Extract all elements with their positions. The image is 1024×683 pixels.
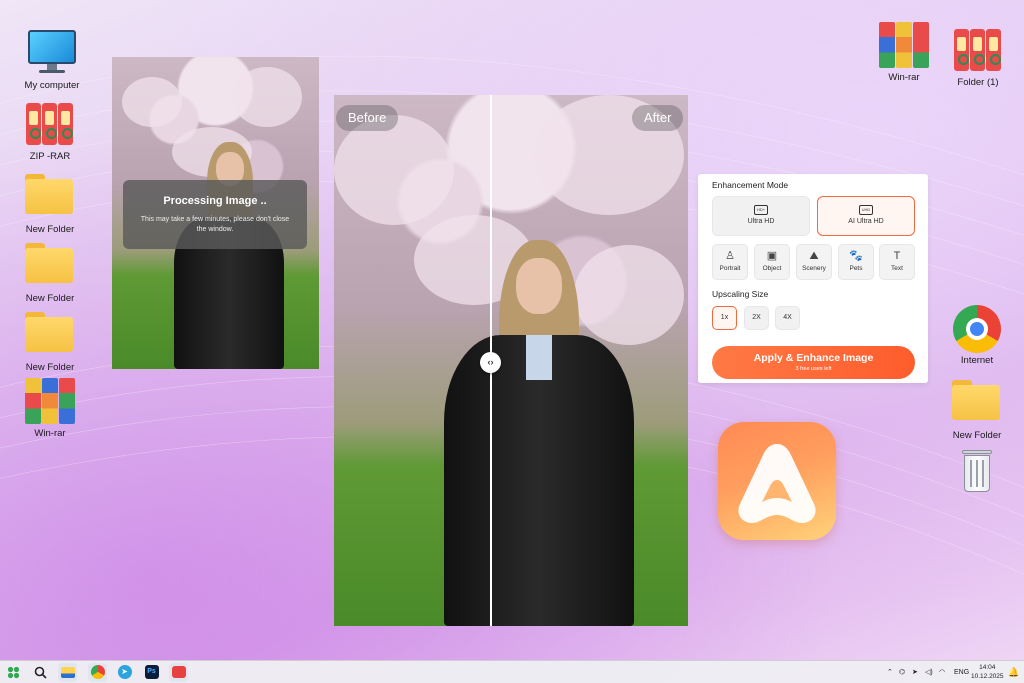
- tray-network-icon[interactable]: ⌬: [899, 661, 905, 683]
- enhancer-app-icon: [171, 666, 186, 678]
- taskbar-telegram[interactable]: ➤: [115, 663, 134, 682]
- category-label: Portrait: [719, 265, 741, 272]
- processing-title: Processing Image ..: [163, 195, 267, 207]
- notification-bell-icon[interactable]: 🔔: [1008, 661, 1019, 683]
- binders-icon: [953, 27, 1003, 73]
- size-4x-button[interactable]: 4X: [775, 306, 800, 330]
- clock-date: 10.12.2025: [971, 673, 1004, 680]
- category-object-button[interactable]: ▣ Object: [754, 244, 790, 280]
- photoshop-icon: Ps: [144, 665, 159, 679]
- desktop-icon-recycle-bin[interactable]: [942, 446, 1012, 496]
- upscaling-size-heading: Upscaling Size: [712, 289, 769, 299]
- monitor-icon: [27, 30, 77, 76]
- desktop-icon-winrar-right[interactable]: Win-rar: [869, 22, 939, 83]
- compare-slider-handle[interactable]: ‹›: [480, 352, 501, 373]
- processing-subtitle: This may take a few minutes, please don'…: [140, 216, 290, 233]
- windows-icon: [7, 666, 20, 679]
- taskbar-chrome[interactable]: [88, 663, 107, 682]
- desktop-icon-label: New Folder: [952, 430, 1002, 441]
- desktop-icon-label: New Folder: [25, 362, 75, 373]
- size-2x-button[interactable]: 2X: [744, 306, 769, 330]
- mode-label: Ultra HD: [747, 218, 775, 225]
- desktop-icon-label: Win-rar: [34, 428, 66, 439]
- taskbar-file-explorer[interactable]: [58, 663, 77, 682]
- apply-label: Apply & Enhance Image: [753, 352, 874, 364]
- uses-left-text: 3 free uses left: [795, 366, 832, 372]
- category-label: Text: [891, 265, 903, 272]
- folder-icon: [25, 312, 75, 358]
- uhd-icon: UHD: [859, 205, 873, 215]
- desktop-icon-new-folder-3[interactable]: New Folder: [15, 308, 85, 373]
- winrar-icon: [25, 378, 75, 424]
- clock-time: 14:04: [979, 664, 996, 671]
- hd-icon: HD+: [754, 205, 768, 215]
- tray-chevron-icon[interactable]: ⌃: [887, 661, 893, 683]
- desktop-icon-internet[interactable]: Internet: [942, 305, 1012, 366]
- mode-ai-ultra-hd-button[interactable]: UHD AI Ultra HD: [817, 196, 915, 236]
- search-button[interactable]: [31, 663, 50, 682]
- object-icon: ▣: [766, 250, 778, 262]
- folder-icon: [25, 243, 75, 289]
- tray-volume-icon[interactable]: ◁): [925, 661, 933, 683]
- tray-wifi-icon[interactable]: ◠: [939, 661, 945, 683]
- desktop-icon-label: New Folder: [25, 293, 75, 304]
- desktop-icon-label: ZIP -RAR: [29, 151, 71, 162]
- app-logo-mark: [738, 444, 816, 523]
- pets-icon: 🐾: [849, 250, 863, 262]
- language-indicator[interactable]: ENG: [954, 661, 969, 683]
- desktop-icon-new-folder-right[interactable]: New Folder: [942, 376, 1012, 441]
- chrome-icon: [952, 305, 1002, 353]
- winrar-icon: [879, 22, 929, 68]
- desktop-icon-label: Win-rar: [888, 72, 920, 83]
- category-pets-button[interactable]: 🐾 Pets: [838, 244, 874, 280]
- taskbar-photoshop[interactable]: Ps: [142, 663, 161, 682]
- category-portrait-button[interactable]: ♙ Portrait: [712, 244, 748, 280]
- desktop-icon-label: Folder (1): [957, 77, 999, 88]
- binders-icon: [25, 101, 75, 147]
- enhancement-mode-heading: Enhancement Mode: [712, 180, 789, 190]
- app-logo: [718, 422, 836, 540]
- chrome-icon: [90, 665, 105, 679]
- file-explorer-icon: [60, 667, 75, 678]
- person-figure: [174, 142, 284, 369]
- enhancement-panel: Enhancement Mode HD+ Ultra HD UHD AI Ult…: [698, 174, 928, 383]
- desktop-icon-label: My computer: [24, 80, 80, 91]
- apply-enhance-button[interactable]: Apply & Enhance Image 3 free uses left: [712, 346, 915, 379]
- search-icon: [34, 666, 47, 679]
- portrait-icon: ♙: [725, 250, 735, 262]
- desktop-icon-new-folder-2[interactable]: New Folder: [15, 239, 85, 304]
- after-label: After: [632, 105, 684, 131]
- folder-icon: [952, 380, 1002, 426]
- desktop-icon-label: New Folder: [25, 224, 75, 235]
- category-label: Object: [762, 265, 782, 272]
- start-button[interactable]: [4, 663, 23, 682]
- size-1x-button[interactable]: 1x: [712, 306, 737, 330]
- desktop-icon-folder-1[interactable]: Folder (1): [943, 27, 1013, 88]
- processing-dialog: Processing Image .. This may take a few …: [123, 180, 307, 249]
- category-scenery-button[interactable]: ⛰ Scenery: [796, 244, 832, 280]
- taskbar-enhancer-app[interactable]: [169, 663, 188, 682]
- compare-viewer[interactable]: [334, 95, 688, 626]
- category-text-button[interactable]: T Text: [879, 244, 915, 280]
- desktop-icon-my-computer[interactable]: My computer: [17, 30, 87, 91]
- person-figure: [444, 240, 634, 626]
- desktop-icon-new-folder-1[interactable]: New Folder: [15, 170, 85, 235]
- recycle-bin-icon: [952, 446, 1002, 492]
- tray-telegram-icon[interactable]: ➤: [912, 661, 918, 683]
- category-label: Scenery: [802, 265, 826, 272]
- category-label: Pets: [849, 265, 863, 272]
- mode-label: AI Ultra HD: [848, 218, 884, 225]
- folder-icon: [25, 174, 75, 220]
- taskbar: ➤ Ps ⌃ ⌬ ➤ ◁) ◠ ENG 14:04 10.12.2025 🔔: [0, 660, 1024, 683]
- mode-ultra-hd-button[interactable]: HD+ Ultra HD: [712, 196, 810, 236]
- before-label: Before: [336, 105, 399, 131]
- text-icon: T: [893, 250, 901, 262]
- telegram-icon: ➤: [117, 665, 132, 679]
- desktop-icon-zip-rar[interactable]: ZIP -RAR: [15, 101, 85, 162]
- desktop-icon-label: Internet: [960, 355, 994, 366]
- clock[interactable]: 14:04 10.12.2025: [971, 663, 1004, 681]
- desktop-icon-winrar-left[interactable]: Win-rar: [15, 378, 85, 439]
- scenery-icon: ⛰: [809, 250, 819, 262]
